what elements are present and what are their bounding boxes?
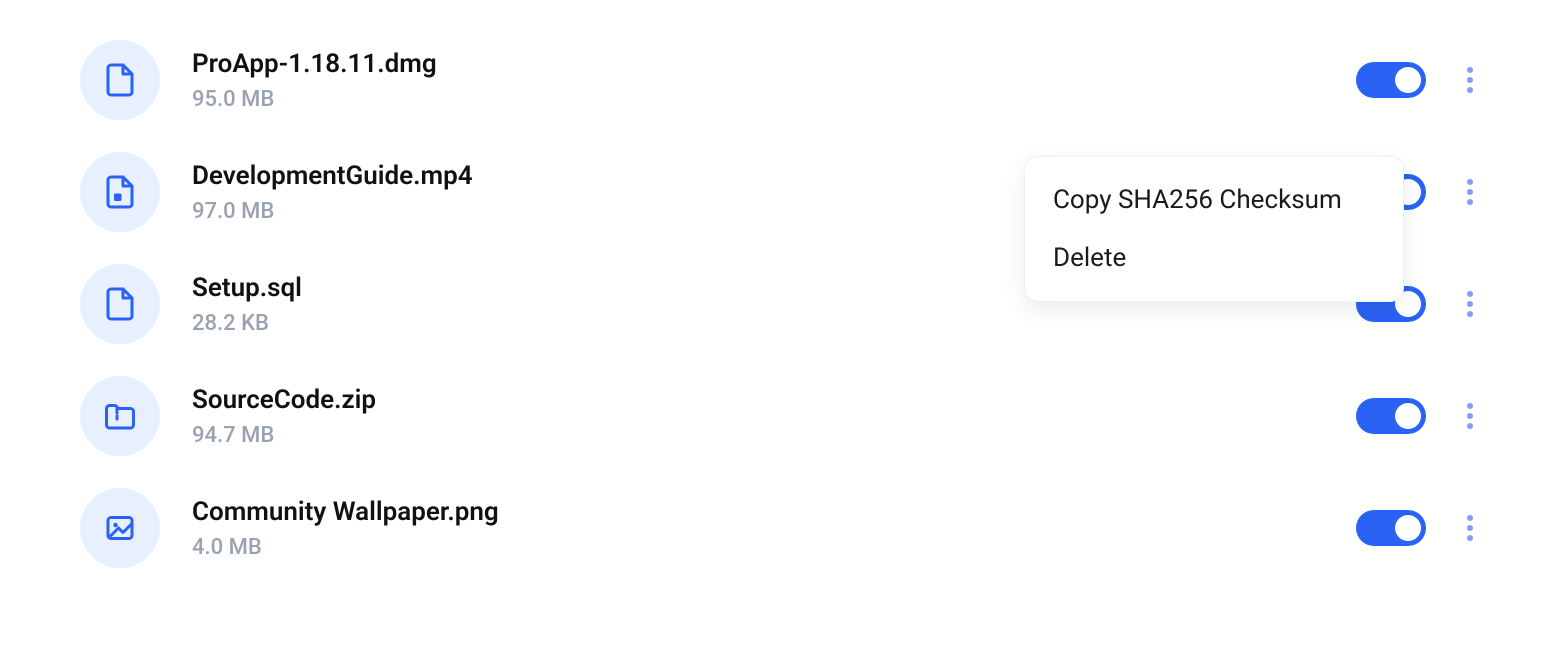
file-icon	[80, 264, 160, 344]
file-row: Community Wallpaper.png 4.0 MB	[80, 488, 1486, 568]
file-icon	[80, 40, 160, 120]
file-size: 28.2 KB	[192, 311, 1324, 336]
file-name: Community Wallpaper.png	[192, 497, 1324, 527]
more-options-button[interactable]	[1454, 396, 1486, 436]
more-options-button[interactable]	[1454, 508, 1486, 548]
menu-item-copy-sha256[interactable]: Copy SHA256 Checksum	[1025, 171, 1403, 229]
video-file-icon	[80, 152, 160, 232]
row-actions	[1356, 396, 1486, 436]
enable-toggle[interactable]	[1356, 398, 1426, 434]
archive-icon	[80, 376, 160, 456]
toggle-knob	[1395, 515, 1421, 541]
toggle-knob	[1395, 67, 1421, 93]
toggle-knob	[1395, 403, 1421, 429]
row-actions	[1356, 60, 1486, 100]
menu-item-delete[interactable]: Delete	[1025, 229, 1403, 287]
more-options-button[interactable]	[1454, 172, 1486, 212]
enable-toggle[interactable]	[1356, 510, 1426, 546]
file-name: ProApp-1.18.11.dmg	[192, 49, 1324, 79]
file-size: 95.0 MB	[192, 87, 1324, 112]
file-name: SourceCode.zip	[192, 385, 1324, 415]
image-icon	[80, 488, 160, 568]
context-menu: Copy SHA256 Checksum Delete	[1024, 156, 1404, 302]
enable-toggle[interactable]	[1356, 62, 1426, 98]
file-row: ProApp-1.18.11.dmg 95.0 MB	[80, 40, 1486, 120]
file-meta: SourceCode.zip 94.7 MB	[192, 385, 1324, 448]
file-meta: Community Wallpaper.png 4.0 MB	[192, 497, 1324, 560]
row-actions	[1356, 508, 1486, 548]
more-options-button[interactable]	[1454, 60, 1486, 100]
more-options-button[interactable]	[1454, 284, 1486, 324]
file-size: 4.0 MB	[192, 535, 1324, 560]
file-size: 94.7 MB	[192, 423, 1324, 448]
file-list: ProApp-1.18.11.dmg 95.0 MB DevelopmentGu…	[80, 40, 1486, 568]
file-row: SourceCode.zip 94.7 MB	[80, 376, 1486, 456]
file-meta: ProApp-1.18.11.dmg 95.0 MB	[192, 49, 1324, 112]
